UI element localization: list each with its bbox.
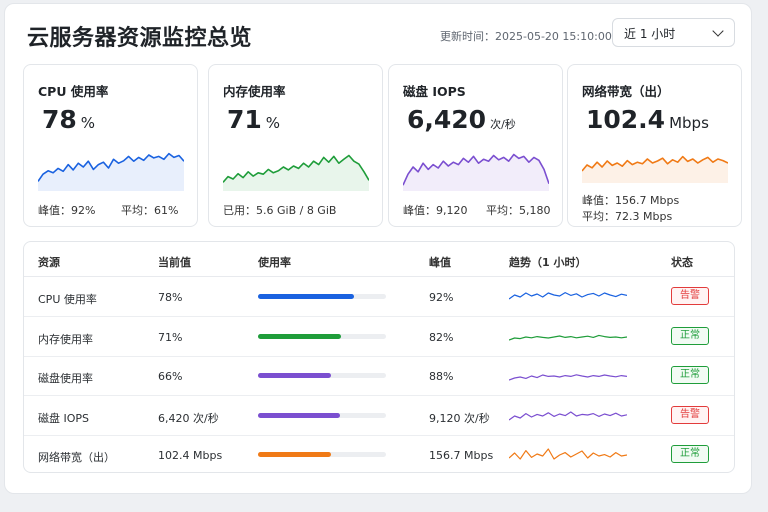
sparkline-area [223, 155, 369, 191]
card-value: 102.4 Mbps [586, 105, 709, 134]
row-peak: 9,120 次/秒 [429, 411, 490, 425]
status-badge: 正常 [671, 326, 709, 345]
usage-bar-fill [258, 333, 342, 339]
card-title: 内存使用率 [223, 84, 286, 99]
usage-bar [258, 452, 386, 457]
chevron-down-icon [712, 25, 724, 37]
status-badge: 告警 [671, 405, 709, 424]
usage-bar-fill [258, 412, 340, 418]
table-row[interactable]: 磁盘使用率 66% 88% 正常 [24, 356, 734, 396]
time-range-value: 近 1 小时 [624, 27, 676, 41]
card-title: CPU 使用率 [38, 84, 109, 99]
row-resource: 内存使用率 [38, 332, 93, 346]
metric-card-cpu: CPU 使用率 78% 峰值：92% 平均：61% [23, 64, 198, 227]
table-row[interactable]: 内存使用率 71% 82% 正常 [24, 317, 734, 357]
row-peak: 92% [429, 291, 454, 304]
status-badge: 正常 [671, 366, 709, 384]
card-value-number: 6,420 [407, 105, 487, 134]
status-badge: 正常 [671, 445, 709, 463]
resource-table: 资源 当前值 使用率 峰值 趋势（1 小时） 状态 CPU 使用率 78% 92… [23, 241, 735, 473]
row-current: 66% [158, 370, 183, 383]
usage-bar-fill [258, 373, 331, 378]
usage-bar-fill [258, 452, 331, 457]
usage-bar [258, 333, 386, 339]
table-row[interactable]: 网络带宽（出） 102.4 Mbps 156.7 Mbps 正常 [24, 435, 734, 472]
row-trend-sparkline [509, 334, 627, 341]
card-unit: % [80, 114, 96, 132]
card-value-number: 71 [227, 105, 262, 134]
row-resource: CPU 使用率 [38, 293, 97, 306]
card-unit: 次/秒 [490, 118, 516, 131]
card-peak: 峰值：156.7 Mbps [582, 194, 680, 207]
card-unit: % [265, 114, 281, 132]
card-value: 71% [227, 105, 280, 134]
card-average: 平均：5,180 [486, 204, 551, 217]
row-current: 78% [158, 291, 183, 304]
usage-bar [258, 294, 386, 299]
usage-bar-fill [258, 294, 354, 299]
card-average: 平均：72.3 Mbps [582, 210, 673, 223]
card-used: 已用：5.6 GiB / 8 GiB [223, 204, 337, 217]
sparkline-line [509, 410, 627, 420]
card-value: 6,420 次/秒 [407, 105, 516, 134]
col-status: 状态 [671, 256, 693, 269]
page-title: 云服务器资源监控总览 [27, 26, 253, 51]
row-trend-sparkline [509, 374, 627, 381]
sparkline-line [509, 448, 627, 460]
row-trend-sparkline [509, 410, 627, 420]
metric-card-disk: 磁盘 IOPS 6,420 次/秒 峰值：9,120 平均：5,180 [388, 64, 563, 227]
row-resource: 磁盘 IOPS [38, 411, 90, 425]
row-current: 6,420 次/秒 [158, 411, 219, 425]
metric-card-memory: 内存使用率 71% 已用：5.6 GiB / 8 GiB [208, 64, 383, 227]
card-peak: 峰值：9,120 [403, 204, 468, 217]
time-range-select[interactable]: 近 1 小时 [612, 18, 735, 47]
sparkline-line [509, 374, 627, 381]
table-header: 资源 当前值 使用率 峰值 趋势（1 小时） 状态 [24, 242, 734, 277]
card-unit: Mbps [669, 114, 709, 132]
sparkline-area [582, 156, 728, 183]
row-peak: 82% [429, 330, 454, 344]
card-average: 平均：61% [121, 204, 179, 217]
col-peak: 峰值 [429, 256, 451, 269]
card-value-number: 102.4 [586, 105, 666, 134]
col-usage: 使用率 [258, 256, 291, 269]
col-resource: 资源 [38, 256, 60, 269]
card-title: 网络带宽（出） [582, 84, 670, 99]
card-sparkline [38, 152, 184, 191]
usage-bar [258, 373, 386, 378]
row-trend-sparkline [509, 292, 627, 300]
row-resource: 磁盘使用率 [38, 372, 93, 385]
card-sparkline [223, 154, 369, 191]
table-row[interactable]: CPU 使用率 78% 92% 告警 [24, 277, 734, 317]
metric-card-network: 网络带宽（出） 102.4 Mbps 峰值：156.7 Mbps 平均：72.3 … [567, 64, 742, 227]
row-resource: 网络带宽（出） [38, 451, 115, 464]
card-sparkline [582, 155, 728, 183]
row-peak: 156.7 Mbps [429, 449, 494, 462]
card-value-number: 78 [42, 105, 77, 134]
last-updated: 更新时间：2025-05-20 15:10:00 [440, 30, 612, 43]
col-current: 当前值 [158, 256, 191, 269]
card-peak: 峰值：92% [38, 204, 96, 217]
sparkline-line [509, 292, 627, 300]
monitor-panel: 云服务器资源监控总览 更新时间：2025-05-20 15:10:00 近 1 … [4, 3, 752, 494]
row-current: 102.4 Mbps [158, 449, 223, 462]
row-trend-sparkline [509, 448, 627, 460]
row-peak: 88% [429, 370, 454, 383]
sparkline-line [509, 334, 627, 341]
card-value: 78% [42, 105, 95, 134]
sparkline-area [38, 153, 184, 191]
card-title: 磁盘 IOPS [403, 84, 466, 99]
col-trend: 趋势（1 小时） [509, 256, 587, 269]
card-sparkline [403, 153, 549, 191]
row-current: 71% [158, 330, 183, 344]
usage-bar [258, 412, 386, 418]
status-badge: 告警 [671, 287, 709, 305]
table-row[interactable]: 磁盘 IOPS 6,420 次/秒 9,120 次/秒 告警 [24, 396, 734, 436]
